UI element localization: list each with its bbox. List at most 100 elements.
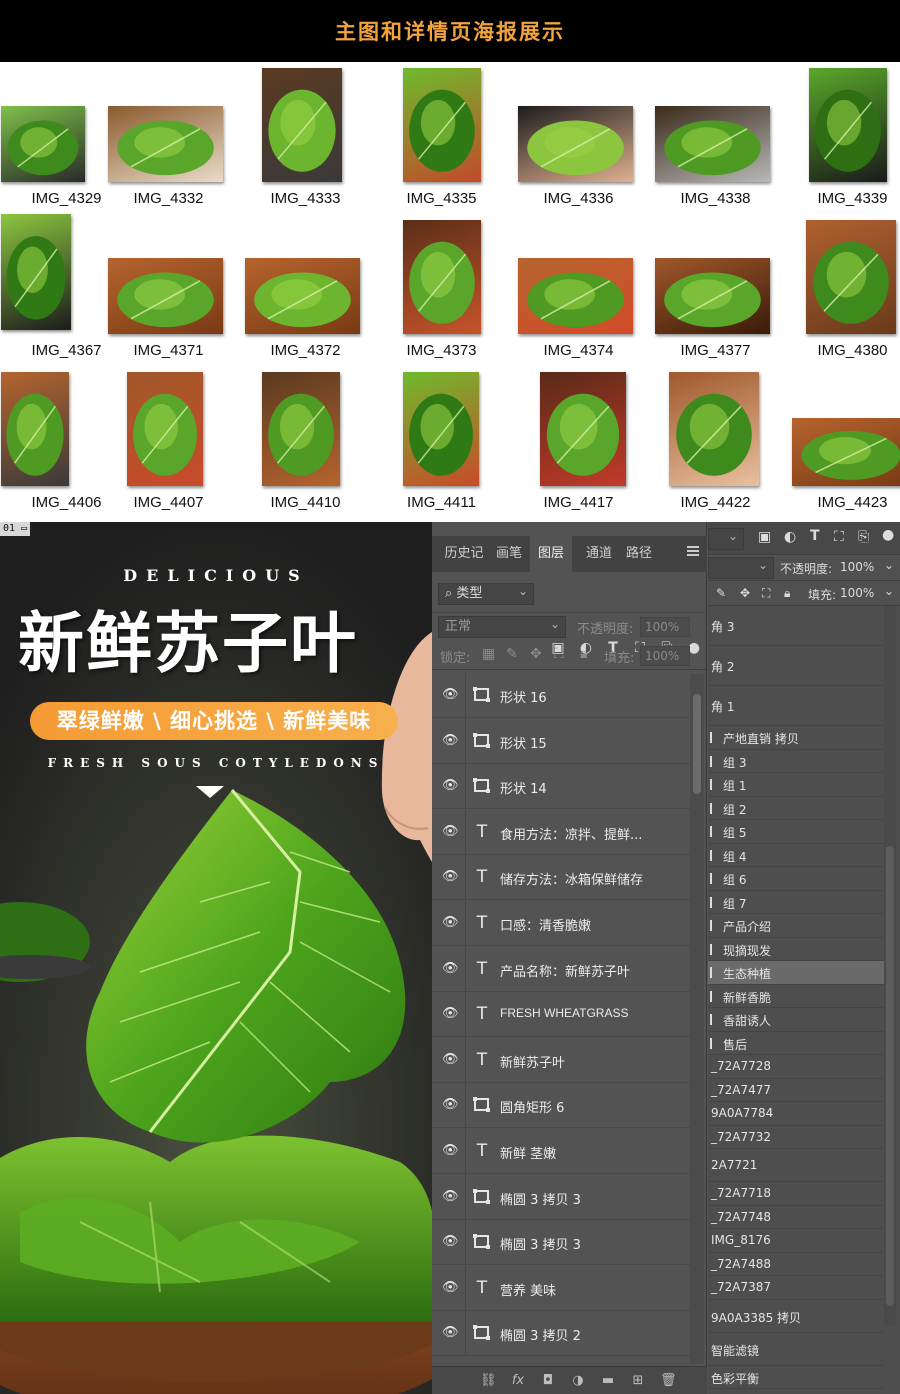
secondary-layer-item[interactable]: 新鲜香脆 xyxy=(708,985,884,1008)
document-tab[interactable]: 01 ▭ xyxy=(0,522,31,536)
thumbnail-item[interactable]: IMG_4422 xyxy=(647,366,784,518)
thumbnail-item[interactable]: IMG_4339 xyxy=(784,62,900,214)
secondary-scrollbar[interactable] xyxy=(884,606,896,1326)
thumbnail-item[interactable]: IMG_4374 xyxy=(510,214,647,366)
layer-row[interactable]: 👁︎ 椭圆 3 拷贝 3 xyxy=(432,1220,690,1266)
layer-row[interactable]: 👁︎ T FRESH WHEATGRASS xyxy=(432,992,690,1038)
smartobject-filter-icon-2[interactable]: ⎘ xyxy=(858,529,869,545)
secondary-scroll-thumb[interactable] xyxy=(886,846,894,1306)
panel-tab[interactable]: 通道 xyxy=(580,536,618,572)
secondary-layer-item[interactable]: 角 1 xyxy=(708,686,884,726)
secondary-layer-item[interactable]: _72A7488 xyxy=(708,1253,884,1276)
visibility-eye-icon[interactable]: 👁︎ xyxy=(442,733,459,748)
secondary-layer-item[interactable]: 产品介绍 xyxy=(708,914,884,938)
secondary-layer-item[interactable]: 组 4 xyxy=(708,844,884,867)
secondary-layer-item[interactable]: 产地直销 拷贝 xyxy=(708,726,884,750)
new-adjustment-icon[interactable]: ◑ xyxy=(570,1373,586,1389)
visibility-eye-icon[interactable]: 👁︎ xyxy=(442,779,459,793)
visibility-eye-icon[interactable]: 👁︎ xyxy=(442,1144,459,1158)
layer-row[interactable]: 👁︎ 椭圆 3 拷贝 3 xyxy=(432,1174,690,1220)
layer-row[interactable]: 👁︎ T 产品名称：新鲜苏子叶 xyxy=(432,946,690,992)
thumbnail-item[interactable]: IMG_4417 xyxy=(510,366,647,518)
layer-row[interactable]: 👁︎ T 新鲜 茎嫩 xyxy=(432,1129,690,1174)
artboard-lock-icon-2[interactable]: ⛶ xyxy=(762,586,770,601)
thumbnail-item[interactable]: IMG_4372 xyxy=(237,214,374,366)
thumbnail-item[interactable]: IMG_4373 xyxy=(373,214,510,366)
secondary-layer-item[interactable]: 9A0A3385 拷贝 xyxy=(708,1300,884,1333)
visibility-eye-icon[interactable]: 👁︎ xyxy=(442,870,459,884)
layer-row[interactable]: 👁︎ T 营养 美味 xyxy=(432,1265,690,1311)
thumbnail-item[interactable]: IMG_4336 xyxy=(510,62,647,214)
all-lock-icon-2[interactable]: 🔒︎ xyxy=(784,586,790,601)
visibility-eye-icon[interactable]: 👁︎ xyxy=(442,916,459,930)
secondary-layer-item[interactable]: _72A7732 xyxy=(708,1126,884,1149)
secondary-layer-item[interactable]: 色彩平衡 xyxy=(708,1366,884,1389)
panel-tab[interactable]: 路径 xyxy=(620,536,658,572)
thumbnail-item[interactable]: IMG_4423 xyxy=(784,366,900,518)
filter-toggle-icon-2[interactable]: ● xyxy=(882,527,894,543)
panel-tab[interactable]: 图层 xyxy=(530,536,572,572)
layers-scrollbar[interactable] xyxy=(690,674,704,1364)
thumbnail-item[interactable]: IMG_4338 xyxy=(647,62,784,214)
secondary-layer-item[interactable]: 组 5 xyxy=(708,820,884,844)
move-lock-icon-2[interactable]: ✥ xyxy=(740,586,750,600)
thumbnail-item[interactable]: IMG_4380 xyxy=(784,214,900,366)
adjustment-filter-icon-2[interactable]: ◐ xyxy=(784,529,796,545)
delete-layer-icon[interactable]: 🗑︎ xyxy=(660,1373,677,1389)
secondary-blend-select[interactable] xyxy=(708,555,774,579)
secondary-layer-item[interactable]: 售后 xyxy=(708,1032,884,1055)
secondary-layer-item[interactable]: 智能滤镜 xyxy=(708,1333,884,1366)
opacity-field[interactable]: 100% xyxy=(640,617,690,637)
secondary-filter-select[interactable] xyxy=(708,526,744,550)
secondary-layer-item[interactable]: IMG_8176 xyxy=(708,1229,884,1253)
new-layer-icon[interactable]: ⊞ xyxy=(630,1373,646,1389)
secondary-layer-item[interactable]: 组 1 xyxy=(708,773,884,797)
visibility-eye-icon[interactable]: 👁︎ xyxy=(442,961,459,976)
secondary-layer-item[interactable]: 现摘现发 xyxy=(708,938,884,961)
layer-row[interactable]: 👁︎ T 新鲜苏子叶 xyxy=(432,1037,690,1083)
secondary-fill-value[interactable]: 100% xyxy=(840,586,874,600)
secondary-layer-item[interactable]: 组 6 xyxy=(708,867,884,891)
secondary-layer-item[interactable]: _72A7387 xyxy=(708,1276,884,1300)
layer-row[interactable]: 👁︎ 椭圆 3 拷贝 2 xyxy=(432,1311,690,1357)
visibility-eye-icon[interactable]: 👁︎ xyxy=(442,1098,459,1112)
filter-type-select[interactable]: ⌕ 类型 xyxy=(438,581,534,605)
layer-row[interactable]: 👁︎ 形状 15 xyxy=(432,718,690,764)
new-group-icon[interactable]: ▬ xyxy=(600,1373,616,1389)
chevron-down-icon[interactable]: ⌄ xyxy=(884,584,894,598)
secondary-layer-item[interactable]: _72A7728 xyxy=(708,1055,884,1079)
visibility-eye-icon[interactable]: 👁︎ xyxy=(442,1189,459,1204)
visibility-eye-icon[interactable]: 👁︎ xyxy=(442,824,459,839)
visibility-eye-icon[interactable]: 👁︎ xyxy=(442,1052,459,1067)
visibility-eye-icon[interactable]: 👁︎ xyxy=(442,1280,459,1295)
shape-filter-icon-2[interactable]: ⛶ xyxy=(834,529,844,545)
lock-all-icon[interactable]: 🔒︎ xyxy=(580,646,587,662)
blend-mode-select[interactable]: 正常 xyxy=(438,614,566,638)
lock-transparent-icon[interactable]: ▦ xyxy=(482,646,495,662)
thumbnail-item[interactable]: IMG_4333 xyxy=(237,62,374,214)
secondary-layer-item[interactable]: 组 2 xyxy=(708,797,884,820)
secondary-layer-item[interactable]: 生态种植 xyxy=(708,961,884,985)
layer-row[interactable]: 👁︎ T 储存方法：冰箱保鲜储存 xyxy=(432,855,690,901)
secondary-layer-item[interactable]: 2A7721 xyxy=(708,1149,884,1182)
layer-row[interactable]: 👁︎ 形状 16 xyxy=(432,673,690,718)
secondary-opacity-value[interactable]: 100% xyxy=(840,560,874,574)
panel-tab[interactable]: 历史记 xyxy=(440,536,488,572)
thumbnail-item[interactable]: IMG_4332 xyxy=(100,62,237,214)
layers-scroll-thumb[interactable] xyxy=(693,694,701,794)
secondary-layer-item[interactable]: 组 7 xyxy=(708,891,884,914)
thumbnail-item[interactable]: IMG_4410 xyxy=(237,366,374,518)
thumbnail-item[interactable]: IMG_4371 xyxy=(100,214,237,366)
image-filter-icon-2[interactable]: ▣ xyxy=(758,529,771,545)
layer-style-icon[interactable]: fx xyxy=(510,1373,526,1389)
thumbnail-item[interactable]: IMG_4411 xyxy=(373,366,510,518)
fill-field[interactable]: 100% xyxy=(640,646,690,666)
layer-row[interactable]: 👁︎ T 食用方法：凉拌、提鲜... xyxy=(432,809,690,855)
thumbnail-item[interactable]: IMG_4377 xyxy=(647,214,784,366)
lock-paint-icon[interactable]: ✎ xyxy=(506,646,518,662)
chevron-down-icon[interactable]: ⌄ xyxy=(884,558,894,572)
secondary-layer-item[interactable]: _72A7748 xyxy=(708,1206,884,1229)
layer-row[interactable]: 👁︎ 形状 14 xyxy=(432,764,690,810)
type-filter-icon-2[interactable]: T xyxy=(810,528,820,544)
visibility-eye-icon[interactable]: 👁︎ xyxy=(442,688,459,702)
